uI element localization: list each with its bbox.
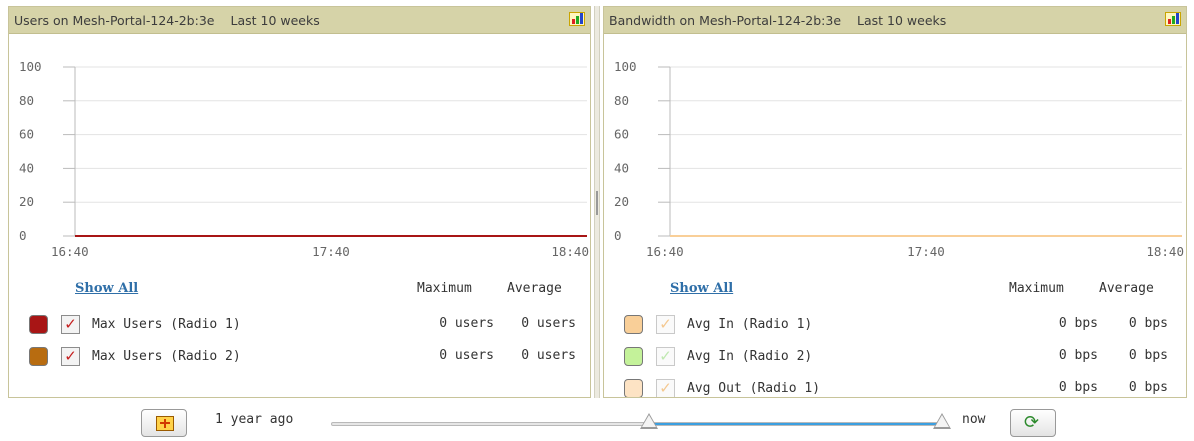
y-tick-label: 0 [614,228,622,243]
users-legend-header: Show All Maximum Average [9,281,590,301]
slider-end-handle[interactable] [933,413,951,429]
bandwidth-line-chart: 0 20 40 60 80 100 16:40 17:40 18:40 [614,59,1184,259]
series-name: Max Users (Radio 2) [92,349,241,364]
refresh-button[interactable]: ⟳ [1010,409,1056,437]
calendar-button[interactable] [141,409,187,437]
series-name: Avg Out (Radio 1) [687,381,821,396]
y-tick-label: 40 [614,160,629,175]
series-maximum: 0 bps [1058,316,1098,331]
series-color-swatch[interactable] [624,347,643,366]
y-tick-label: 20 [19,194,34,209]
x-tick-label: 18:40 [551,244,589,259]
users-panel-range: Last 10 weeks [230,13,320,28]
series-average: 0 users [521,316,576,331]
series-color-swatch[interactable] [29,347,48,366]
y-tick-label: 80 [614,93,629,108]
bandwidth-legend-header: Show All Maximum Average [604,281,1186,301]
series-average: 0 bps [1128,380,1168,395]
series-checkbox[interactable]: ✓ [656,379,675,397]
series-maximum: 0 bps [1058,380,1098,395]
slider-selected-range [649,423,942,425]
series-average: 0 bps [1128,316,1168,331]
users-panel-title: Users on Mesh-Portal-124-2b:3e Last 10 we… [14,13,320,28]
legend-row-avg-in-radio-2[interactable]: ✓ Avg In (Radio 2) 0 bps 0 bps [604,345,1186,371]
legend-row-avg-in-radio-1[interactable]: ✓ Avg In (Radio 1) 0 bps 0 bps [604,313,1186,339]
time-range-slider[interactable] [331,413,951,429]
series-maximum: 0 users [439,348,494,363]
x-tick-label: 17:40 [907,244,945,259]
slider-start-handle[interactable] [640,413,659,429]
series-name: Avg In (Radio 1) [687,317,813,332]
users-col-average: Average [507,281,562,296]
bandwidth-panel-title: Bandwidth on Mesh-Portal-124-2b:3e Last 1… [609,13,946,28]
y-tick-label: 80 [19,93,34,108]
bandwidth-show-all-link[interactable]: Show All [670,281,733,296]
series-average: 0 users [521,348,576,363]
bandwidth-chart-panel: Bandwidth on Mesh-Portal-124-2b:3e Last 1… [603,6,1187,398]
series-average: 0 bps [1128,348,1168,363]
legend-row-max-users-radio-2[interactable]: ✓ Max Users (Radio 2) 0 users 0 users [9,345,590,371]
y-tick-label: 60 [614,127,629,142]
y-tick-label: 100 [614,59,637,74]
timeline-end-label: now [962,412,986,427]
series-checkbox[interactable]: ✓ [61,347,80,366]
legend-row-max-users-radio-1[interactable]: ✓ Max Users (Radio 1) 0 users 0 users [9,313,590,339]
series-checkbox[interactable]: ✓ [656,315,675,334]
series-name: Avg In (Radio 2) [687,349,813,364]
bandwidth-col-maximum: Maximum [1009,281,1064,296]
series-color-swatch[interactable] [624,379,643,397]
bandwidth-panel-header: Bandwidth on Mesh-Portal-124-2b:3e Last 1… [604,7,1186,34]
series-color-swatch[interactable] [624,315,643,334]
users-show-all-link[interactable]: Show All [75,281,138,296]
y-tick-label: 0 [19,228,27,243]
panel-splitter[interactable] [594,6,600,398]
timeline-start-label: 1 year ago [215,412,294,427]
users-panel-title-text: Users on Mesh-Portal-124-2b:3e [14,13,215,28]
refresh-icon: ⟳ [1024,412,1040,433]
bandwidth-col-average: Average [1099,281,1154,296]
splitter-grip-icon[interactable] [596,191,598,215]
x-tick-label: 16:40 [51,244,89,259]
y-tick-label: 40 [19,160,34,175]
series-color-swatch[interactable] [29,315,48,334]
y-tick-label: 20 [614,194,629,209]
series-name: Max Users (Radio 1) [92,317,241,332]
users-line-chart: 0 20 40 60 80 100 16:40 17:40 18:40 [19,59,589,259]
calendar-icon [156,416,174,431]
bar-chart-icon[interactable] [569,12,585,26]
series-checkbox[interactable]: ✓ [61,315,80,334]
time-range-bar: 1 year ago now ⟳ [0,400,1194,441]
legend-row-avg-out-radio-1[interactable]: ✓ Avg Out (Radio 1) 0 bps 0 bps [604,377,1186,397]
bandwidth-panel-range: Last 10 weeks [857,13,947,28]
series-checkbox[interactable]: ✓ [656,347,675,366]
x-tick-label: 16:40 [646,244,684,259]
users-chart-panel: Users on Mesh-Portal-124-2b:3e Last 10 we… [8,6,591,398]
series-maximum: 0 bps [1058,348,1098,363]
series-maximum: 0 users [439,316,494,331]
bandwidth-panel-title-text: Bandwidth on Mesh-Portal-124-2b:3e [609,13,842,28]
x-tick-label: 17:40 [312,244,350,259]
y-tick-label: 60 [19,127,34,142]
users-col-maximum: Maximum [417,281,472,296]
users-panel-header: Users on Mesh-Portal-124-2b:3e Last 10 we… [9,7,590,34]
x-tick-label: 18:40 [1146,244,1184,259]
bar-chart-icon[interactable] [1165,12,1181,26]
y-tick-label: 100 [19,59,42,74]
